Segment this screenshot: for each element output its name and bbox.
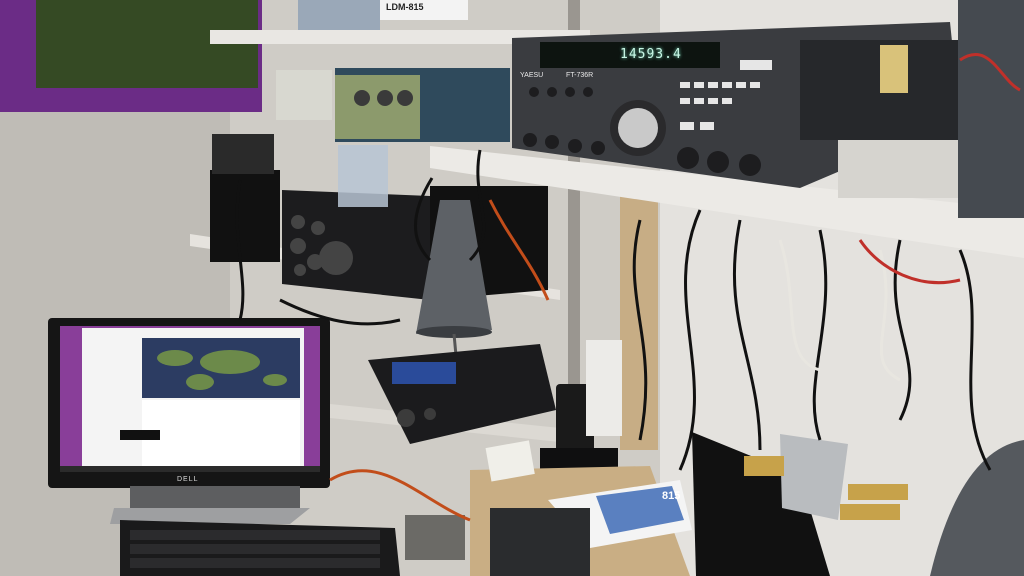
monitor-brand: DELL [177, 476, 199, 483]
morse-key [405, 515, 465, 560]
psu-box [838, 140, 964, 198]
scene-drawing [0, 0, 1024, 576]
radio-shack-photo: LDM-815 14593.4 YAESU FT-736R DELL 815 [0, 0, 1024, 576]
coax-switch [780, 434, 848, 520]
transceiver-brand: YAESU [520, 72, 544, 79]
transceiver-model: FT-736R [566, 72, 594, 79]
frequency-display: 14593.4 [620, 47, 682, 62]
raspberry-case [338, 145, 388, 207]
power-outlet [586, 340, 622, 436]
magazine-number: 815 [662, 490, 681, 502]
label-box-text: LDM-815 [386, 2, 424, 12]
speaker [210, 170, 280, 262]
telephone [490, 508, 590, 576]
side-unit [958, 0, 1024, 218]
